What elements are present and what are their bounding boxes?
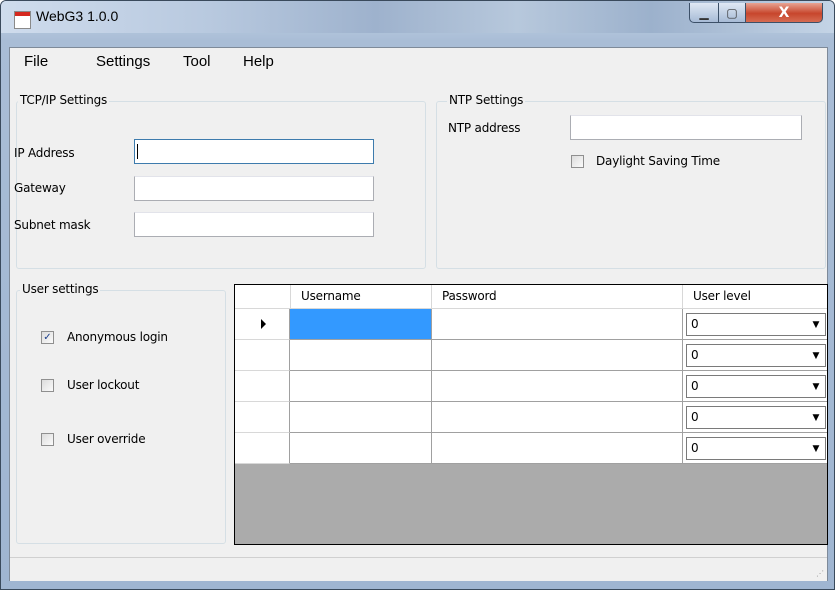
user-settings-title: User settings xyxy=(20,282,101,296)
column-header-password[interactable]: Password xyxy=(432,285,683,309)
column-header-username[interactable]: Username xyxy=(291,285,432,309)
ntp-address-input[interactable] xyxy=(570,115,802,140)
username-cell[interactable] xyxy=(290,340,432,371)
username-cell[interactable] xyxy=(290,402,432,433)
ntp-settings-title: NTP Settings xyxy=(447,93,526,107)
title-bar[interactable]: WebG3 1.0.0 ▁ ▢ X xyxy=(1,1,834,33)
users-grid[interactable]: Username Password User level 0▼ 0▼ 0▼ xyxy=(234,284,828,545)
dropdown-arrow-icon[interactable]: ▼ xyxy=(807,376,825,397)
row-header[interactable] xyxy=(235,371,290,402)
username-cell[interactable] xyxy=(290,433,432,464)
user-override-label: User override xyxy=(67,432,146,446)
user-lockout-label: User lockout xyxy=(67,378,140,392)
dropdown-arrow-icon[interactable]: ▼ xyxy=(807,438,825,459)
password-cell[interactable] xyxy=(432,340,683,371)
client-area: File Settings Tool Help TCP/IP Settings … xyxy=(9,47,828,581)
row-header[interactable] xyxy=(235,402,290,433)
daylight-saving-checkbox[interactable] xyxy=(571,155,584,168)
user-level-value: 0 xyxy=(691,317,699,331)
menu-bar: File Settings Tool Help xyxy=(10,48,827,72)
row-header[interactable] xyxy=(235,433,290,464)
daylight-saving-label: Daylight Saving Time xyxy=(596,154,720,168)
ip-address-input[interactable] xyxy=(134,139,374,164)
user-override-checkbox[interactable] xyxy=(41,433,54,446)
user-level-combo[interactable]: 0 ▼ xyxy=(686,406,826,429)
username-cell[interactable] xyxy=(290,309,432,340)
user-level-combo[interactable]: 0 ▼ xyxy=(686,375,826,398)
dropdown-arrow-icon[interactable]: ▼ xyxy=(807,345,825,366)
current-row-pointer-icon xyxy=(261,319,266,329)
gateway-label: Gateway xyxy=(14,181,66,195)
maximize-button[interactable]: ▢ xyxy=(718,3,746,23)
menu-tool[interactable]: Tool xyxy=(183,53,211,70)
user-level-combo[interactable]: 0 ▼ xyxy=(686,313,826,336)
password-cell[interactable] xyxy=(432,402,683,433)
ntp-address-label: NTP address xyxy=(448,121,521,135)
close-button[interactable]: X xyxy=(745,3,823,23)
gateway-input[interactable] xyxy=(134,176,374,201)
user-lockout-checkbox[interactable] xyxy=(41,379,54,392)
password-cell[interactable] xyxy=(432,309,683,340)
minimize-button[interactable]: ▁ xyxy=(689,3,719,23)
subnet-mask-label: Subnet mask xyxy=(14,218,91,232)
window-title: WebG3 1.0.0 xyxy=(36,8,119,24)
dropdown-arrow-icon[interactable]: ▼ xyxy=(807,314,825,335)
menu-help[interactable]: Help xyxy=(243,53,274,70)
ip-address-label: IP Address xyxy=(14,146,75,160)
app-icon[interactable] xyxy=(14,11,31,29)
close-icon: X xyxy=(778,4,790,21)
row-header[interactable] xyxy=(235,340,290,371)
grid-corner-header[interactable] xyxy=(235,285,291,309)
dropdown-arrow-icon[interactable]: ▼ xyxy=(807,407,825,428)
anonymous-login-checkbox[interactable]: ✓ xyxy=(41,331,54,344)
user-level-value: 0 xyxy=(691,348,699,362)
app-window: WebG3 1.0.0 ▁ ▢ X File Settings Tool Hel… xyxy=(0,0,835,590)
row-header[interactable] xyxy=(235,309,290,340)
resize-grip-icon[interactable]: ⋰ xyxy=(816,569,824,578)
user-level-combo[interactable]: 0 ▼ xyxy=(686,437,826,460)
menu-file[interactable]: File xyxy=(24,53,48,70)
tcpip-settings-title: TCP/IP Settings xyxy=(18,93,110,107)
menu-settings[interactable]: Settings xyxy=(96,53,150,70)
user-level-value: 0 xyxy=(691,441,699,455)
column-header-user-level[interactable]: User level xyxy=(683,285,827,309)
status-bar: ⋰ xyxy=(10,557,827,581)
maximize-icon: ▢ xyxy=(726,5,738,20)
minimize-icon: ▁ xyxy=(699,5,709,20)
password-cell[interactable] xyxy=(432,371,683,402)
user-level-value: 0 xyxy=(691,379,699,393)
anonymous-login-label: Anonymous login xyxy=(67,330,168,344)
password-cell[interactable] xyxy=(432,433,683,464)
user-settings-group: User settings xyxy=(16,282,226,544)
username-cell[interactable] xyxy=(290,371,432,402)
subnet-mask-input[interactable] xyxy=(134,212,374,237)
window-controls: ▁ ▢ X xyxy=(689,3,823,23)
user-level-value: 0 xyxy=(691,410,699,424)
user-level-combo[interactable]: 0 ▼ xyxy=(686,344,826,367)
